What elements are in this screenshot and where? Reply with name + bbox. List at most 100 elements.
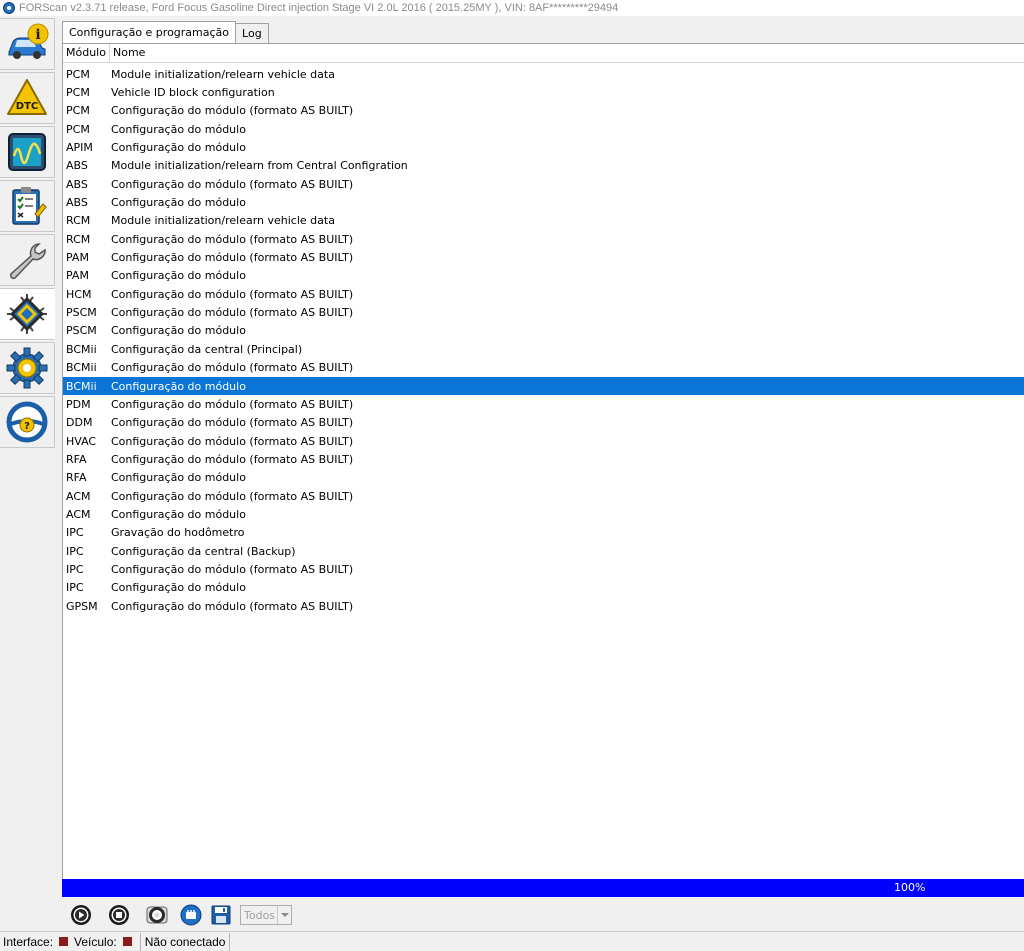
name-cell: Configuração do módulo (formato AS BUILT…: [111, 599, 354, 613]
module-cell: ACM: [66, 507, 91, 521]
list-item[interactable]: ABS Configuração do módulo (formato AS BU…: [63, 175, 1024, 193]
sidebar-item-oscilloscope[interactable]: [0, 126, 55, 178]
tab-strip: Configuração e programação Log: [62, 21, 269, 43]
list-item[interactable]: ABS Module initialization/relearn from Ce…: [63, 157, 1024, 175]
list-item[interactable]: IPC Configuração da central (Backup): [63, 542, 1024, 560]
module-cell: ACM: [66, 489, 91, 503]
car-info-icon: i: [8, 23, 49, 59]
column-header-name[interactable]: Nome: [110, 44, 1024, 63]
name-cell: Configuração do módulo (formato AS BUILT…: [111, 489, 354, 503]
list-item[interactable]: PDM Configuração do módulo (formato AS BU…: [63, 395, 1024, 413]
stop-button[interactable]: [106, 903, 132, 927]
name-cell: Configuração do módulo (formato AS BUILT…: [111, 452, 354, 466]
list-item[interactable]: PAM Configuração do módulo: [63, 267, 1024, 285]
list-item[interactable]: ABS Configuração do módulo: [63, 193, 1024, 211]
list-item[interactable]: BCMii Configuração do módulo (formato AS …: [63, 359, 1024, 377]
name-cell: Configuração da central (Principal): [111, 342, 303, 356]
interface-status-indicator: [59, 937, 69, 946]
module-cell: PAM: [66, 269, 89, 283]
forscan-app-icon: [3, 2, 15, 14]
configuration-list-panel: Módulo Nome PCM Module initialization/rel…: [62, 43, 1024, 879]
sidebar-item-settings[interactable]: [0, 342, 55, 394]
module-cell: HVAC: [66, 434, 97, 448]
name-cell: Gravação do hodômetro: [111, 526, 245, 540]
list-item[interactable]: RCM Module initialization/relearn vehicle…: [63, 212, 1024, 230]
run-button[interactable]: [68, 903, 94, 927]
list-item[interactable]: RCM Configuração do módulo (formato AS BU…: [63, 230, 1024, 248]
list-item[interactable]: PCM Module initialization/relearn vehicle…: [63, 65, 1024, 83]
module-cell: ABS: [66, 196, 88, 210]
module-cell: IPC: [66, 562, 84, 576]
list-item[interactable]: HVAC Configuração do módulo (formato AS B…: [63, 432, 1024, 450]
list-item[interactable]: GPSM Configuração do módulo (formato AS B…: [63, 597, 1024, 615]
list-item[interactable]: IPC Configuração do módulo: [63, 579, 1024, 597]
module-cell: PCM: [66, 104, 90, 118]
module-cell: PSCM: [66, 324, 97, 338]
list-item[interactable]: RFA Configuração do módulo: [63, 469, 1024, 487]
module-cell: PSCM: [66, 306, 97, 320]
save-button[interactable]: [208, 903, 234, 927]
list-item[interactable]: HCM Configuração do módulo (formato AS BU…: [63, 285, 1024, 303]
column-header-module[interactable]: Módulo: [63, 44, 110, 63]
list-item[interactable]: RFA Configuração do módulo (formato AS BU…: [63, 450, 1024, 468]
list-item[interactable]: BCMii Configuração do módulo: [63, 376, 1024, 396]
name-cell: Configuração do módulo: [111, 379, 246, 393]
sidebar-item-configuration[interactable]: [0, 288, 55, 340]
list-item[interactable]: IPC Gravação do hodômetro: [63, 524, 1024, 542]
name-cell: Configuração do módulo: [111, 507, 246, 521]
list-item[interactable]: PAM Configuração do módulo (formato AS BU…: [63, 248, 1024, 266]
load-module-button[interactable]: [178, 903, 204, 927]
list-item[interactable]: PSCM Configuração do módulo: [63, 322, 1024, 340]
module-cell: BCMii: [66, 342, 97, 356]
name-cell: Module initialization/relearn vehicle da…: [111, 214, 335, 228]
name-cell: Configuração do módulo (formato AS BUILT…: [111, 251, 354, 265]
module-cell: GPSM: [66, 599, 98, 613]
sidebar-item-dtc[interactable]: DTC: [0, 72, 55, 124]
checklist-icon: [12, 187, 47, 225]
list-item[interactable]: PCM Configuração do módulo: [63, 120, 1024, 138]
name-cell: Configuração do módulo (formato AS BUILT…: [111, 562, 354, 576]
name-cell: Configuração do módulo (formato AS BUILT…: [111, 232, 354, 246]
name-cell: Vehicle ID block configuration: [111, 86, 275, 100]
module-filter-value: Todos: [244, 908, 276, 922]
list-item[interactable]: PCM Vehicle ID block configuration: [63, 83, 1024, 101]
sidebar-item-service[interactable]: [0, 234, 55, 286]
tab-log[interactable]: Log: [235, 23, 269, 43]
gear-icon: [6, 347, 48, 389]
list-item[interactable]: ACM Configuração do módulo (formato AS BU…: [63, 487, 1024, 505]
name-cell: Configuração do módulo: [111, 269, 246, 283]
list-item[interactable]: ACM Configuração do módulo: [63, 505, 1024, 523]
tab-configuration-programming[interactable]: Configuração e programação: [62, 21, 237, 43]
sidebar-item-vehicle-info[interactable]: i: [0, 18, 55, 70]
connection-status: Não conectado: [144, 934, 226, 949]
list-item[interactable]: PSCM Configuração do módulo (formato AS B…: [63, 303, 1024, 321]
list-item[interactable]: PCM Configuração do módulo (formato AS BU…: [63, 102, 1024, 120]
module-cell: RCM: [66, 214, 91, 228]
sidebar-item-tests[interactable]: [0, 180, 55, 232]
module-cell: IPC: [66, 544, 84, 558]
module-cell: IPC: [66, 526, 84, 540]
module-filter-dropdown[interactable]: Todos: [240, 905, 292, 925]
name-cell: Configuração do módulo (formato AS BUILT…: [111, 104, 354, 118]
name-cell: Configuração do módulo: [111, 141, 246, 155]
name-cell: Module initialization/relearn from Centr…: [111, 159, 408, 173]
lifebuoy-icon: [146, 906, 168, 924]
list-item[interactable]: APIM Configuração do módulo: [63, 138, 1024, 156]
oscilloscope-icon: [8, 133, 46, 171]
name-cell: Configuração do módulo (formato AS BUILT…: [111, 416, 354, 430]
list-item[interactable]: IPC Configuração do módulo (formato AS BU…: [63, 560, 1024, 578]
list-item[interactable]: BCMii Configuração da central (Principal): [63, 340, 1024, 358]
module-cell: IPC: [66, 581, 84, 595]
dtc-warning-icon: DTC: [7, 79, 47, 115]
module-cell: APIM: [66, 141, 93, 155]
list-item[interactable]: DDM Configuração do módulo (formato AS BU…: [63, 414, 1024, 432]
module-cell: RFA: [66, 471, 87, 485]
module-cell: BCMii: [66, 379, 97, 393]
module-cell: ABS: [66, 177, 88, 191]
svg-text:DTC: DTC: [16, 101, 38, 112]
help-support-button[interactable]: [144, 903, 170, 927]
module-cell: RCM: [66, 232, 91, 246]
sidebar-item-help[interactable]: ?: [0, 396, 55, 448]
name-cell: Module initialization/relearn vehicle da…: [111, 67, 335, 81]
vehicle-label: Veículo:: [74, 934, 117, 949]
